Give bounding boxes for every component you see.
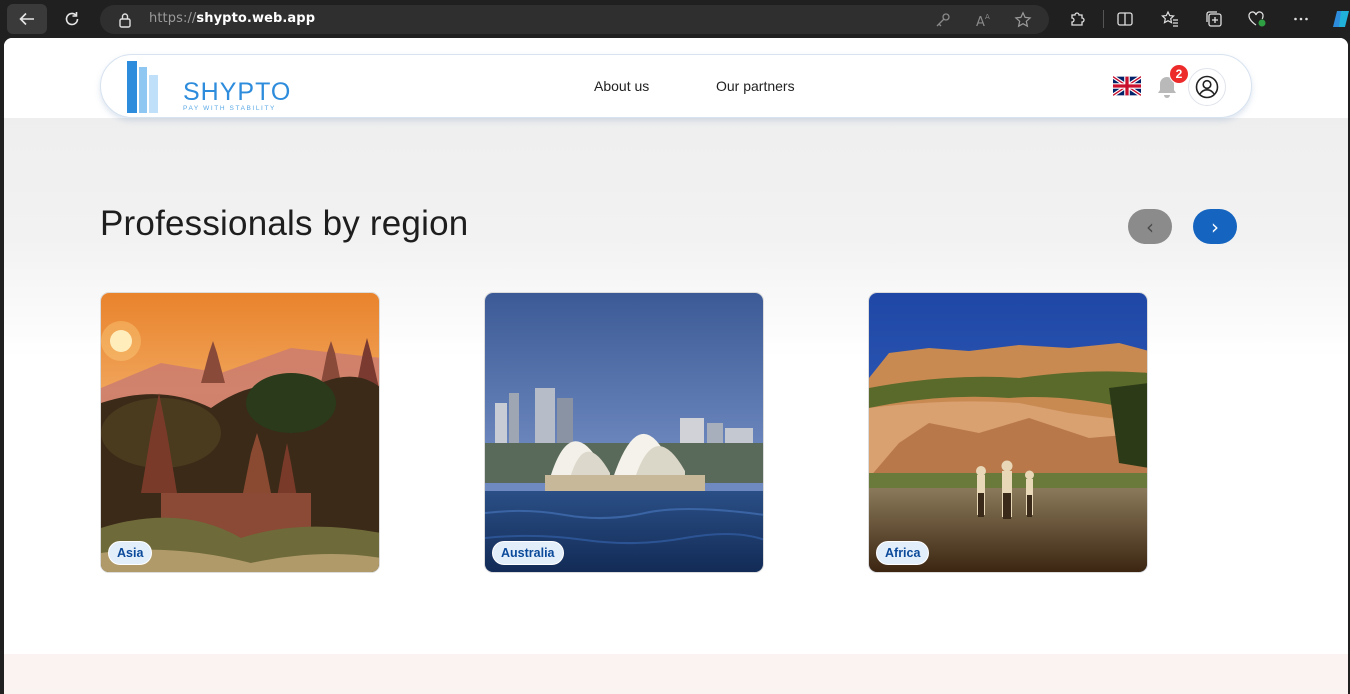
australia-opera-house-image bbox=[485, 293, 763, 572]
carousel-next-button[interactable]: › bbox=[1193, 209, 1237, 244]
user-icon bbox=[1195, 75, 1219, 99]
more-options-icon[interactable] bbox=[1290, 8, 1312, 30]
reload-button[interactable] bbox=[52, 4, 92, 34]
extensions-icon[interactable] bbox=[1066, 8, 1088, 30]
toolbar-divider bbox=[1103, 10, 1104, 28]
nav-about-us[interactable]: About us bbox=[594, 78, 649, 94]
split-screen-icon[interactable] bbox=[1114, 8, 1136, 30]
carousel-prev-button[interactable]: ‹ bbox=[1128, 209, 1172, 244]
svg-text:A: A bbox=[985, 13, 990, 21]
logo-wordmark: SHYPTO bbox=[183, 78, 292, 106]
arrow-left-icon bbox=[19, 12, 34, 26]
logo-bars-icon bbox=[127, 61, 158, 113]
region-label-australia: Australia bbox=[492, 541, 564, 565]
region-label-asia: Asia bbox=[108, 541, 153, 565]
region-card-australia[interactable]: Australia bbox=[484, 292, 764, 573]
svg-text:A: A bbox=[976, 15, 985, 29]
section-title: Professionals by region bbox=[100, 204, 469, 243]
browser-essentials-icon[interactable] bbox=[1246, 8, 1268, 30]
logo-tagline: PAY WITH STABILITY bbox=[183, 105, 276, 112]
reload-icon bbox=[65, 12, 79, 26]
collections-icon[interactable] bbox=[1203, 8, 1225, 30]
copilot-icon[interactable] bbox=[1330, 8, 1350, 30]
user-avatar-button[interactable] bbox=[1188, 68, 1226, 106]
footer-strip bbox=[4, 654, 1348, 694]
favorites-icon[interactable] bbox=[1159, 8, 1181, 30]
browser-toolbar: https://shypto.web.app AA bbox=[0, 0, 1350, 38]
asia-temples-image bbox=[101, 293, 379, 572]
back-button[interactable] bbox=[7, 4, 47, 34]
favorite-star-icon[interactable] bbox=[1014, 11, 1032, 29]
key-icon[interactable] bbox=[934, 11, 952, 29]
region-label-africa: Africa bbox=[876, 541, 930, 565]
region-card-asia[interactable]: Asia bbox=[100, 292, 380, 573]
site-header: SHYPTO PAY WITH STABILITY About us Our p… bbox=[100, 54, 1252, 118]
africa-river-cliffs-image bbox=[869, 293, 1147, 572]
notification-badge: 2 bbox=[1169, 64, 1189, 84]
url-text: https://shypto.web.app bbox=[149, 11, 316, 26]
address-bar[interactable]: https://shypto.web.app AA bbox=[100, 5, 1049, 34]
uk-flag-icon[interactable] bbox=[1113, 76, 1141, 96]
shypto-logo[interactable]: SHYPTO PAY WITH STABILITY bbox=[125, 57, 295, 115]
region-card-africa[interactable]: Africa bbox=[868, 292, 1148, 573]
nav-our-partners[interactable]: Our partners bbox=[716, 78, 795, 94]
lock-icon bbox=[119, 13, 131, 28]
page-viewport: SHYPTO PAY WITH STABILITY About us Our p… bbox=[4, 38, 1348, 694]
read-aloud-icon[interactable]: AA bbox=[975, 11, 993, 29]
